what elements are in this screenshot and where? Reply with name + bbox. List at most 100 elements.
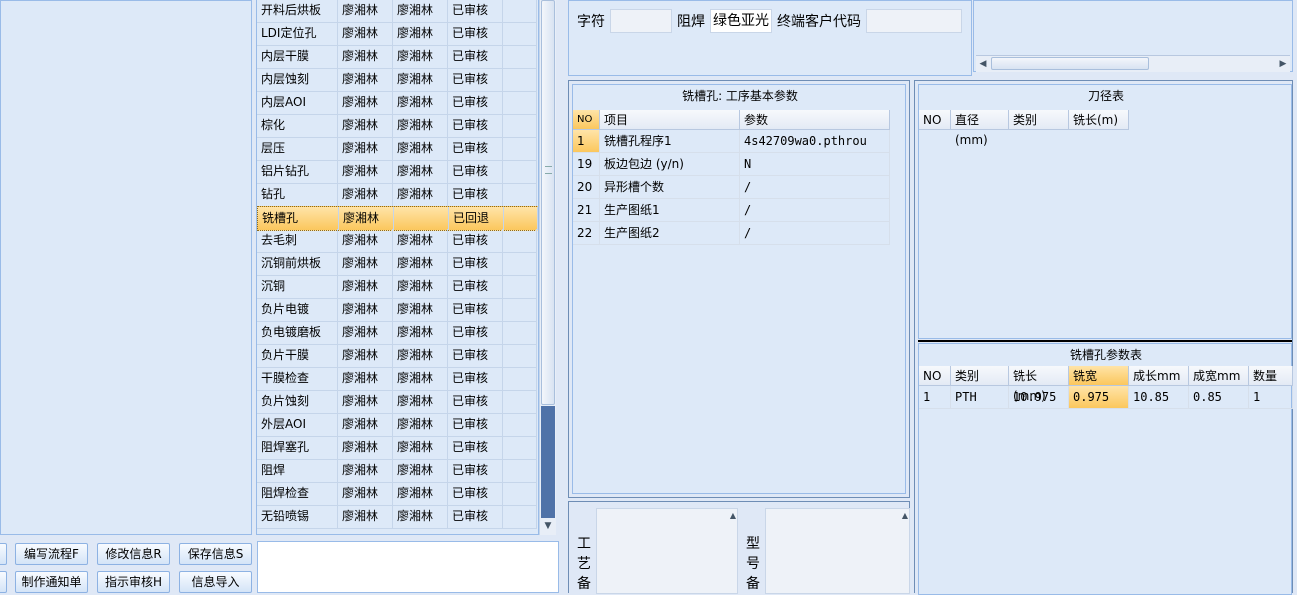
slot-column-header[interactable]: 成宽mm [1189, 366, 1249, 386]
row-cell-empty [503, 114, 537, 137]
row-cell-p2: 廖湘林 [393, 275, 448, 298]
process-list[interactable]: 开料后烘板 廖湘林 廖湘林 已审核 LDI定位孔 廖湘林 廖湘林 已审核 内层干膜 廖湘林 廖湘林已… [256, 0, 539, 535]
column-header[interactable]: 项目 [600, 110, 740, 130]
tool-column-header[interactable]: 直径(mm) [951, 110, 1009, 147]
textarea-scroll-up-icon-2[interactable]: ▲ [902, 511, 908, 520]
param-cell-item[interactable]: 生产图纸1 [600, 199, 740, 222]
row-cell-status: 已审核 [448, 436, 503, 459]
table-row[interactable]: 沉铜前烘板 廖湘林 廖湘林 已审核 [257, 252, 537, 276]
param-cell-no[interactable]: 20 [573, 176, 600, 199]
param-cell-param[interactable]: / [740, 199, 890, 222]
row-cell-p1: 廖湘林 [339, 207, 394, 230]
table-row[interactable]: 层压 廖湘林 廖湘林 已审核 [257, 137, 537, 161]
save-info-button[interactable]: 保存信息S [179, 543, 252, 565]
param-cell-no[interactable]: 19 [573, 153, 600, 176]
customer-code-field[interactable] [866, 9, 962, 33]
row-cell-p2: 廖湘林 [393, 344, 448, 367]
model-note-textarea[interactable]: ▲ [765, 508, 910, 594]
param-cell-param[interactable]: N [740, 153, 890, 176]
table-row[interactable]: 沉铜 廖湘林 廖湘林 已审核 [257, 275, 537, 299]
char-field[interactable] [610, 9, 672, 33]
slot-cell-len[interactable]: 10.975 [1009, 386, 1069, 409]
param-cell-item[interactable]: 异形槽个数 [600, 176, 740, 199]
table-row[interactable]: 干膜检查 廖湘林 廖湘林 已审核 [257, 367, 537, 391]
row-cell-p2: 廖湘林 [393, 459, 448, 482]
param-cell-param[interactable]: 4s42709wa0.pthrou [740, 130, 890, 153]
scrollbar-thumb[interactable] [541, 0, 555, 405]
param-cell-item[interactable]: 铣槽孔程序1 [600, 130, 740, 153]
slot-cell-fin_len[interactable]: 10.85 [1129, 386, 1189, 409]
table-row[interactable]: 铝片钻孔 廖湘林 廖湘林 已审核 [257, 160, 537, 184]
table-row[interactable]: 负电镀磨板 廖湘林 廖湘林 已审核 [257, 321, 537, 345]
table-row[interactable]: 钻孔 廖湘林 廖湘林 已审核 [257, 183, 537, 207]
slot-column-header[interactable]: 铣宽(mm) [1069, 366, 1129, 403]
param-cell-item[interactable]: 生产图纸2 [600, 222, 740, 245]
solder-field[interactable]: 绿色亚光 [710, 9, 772, 33]
slot-cell-no[interactable]: 1 [919, 386, 951, 409]
table-row[interactable]: 内层AOI 廖湘林 廖湘林 已审核 [257, 91, 537, 115]
table-row[interactable]: 负片干膜 廖湘林 廖湘林 已审核 [257, 344, 537, 368]
column-header[interactable]: NO [573, 110, 600, 130]
slot-column-header[interactable]: NO [919, 366, 951, 386]
slot-column-header[interactable]: 数量 [1249, 366, 1293, 386]
h-scrollbar-thumb[interactable] [991, 57, 1149, 70]
table-row[interactable]: 外层AOI 廖湘林 廖湘林 已审核 [257, 413, 537, 437]
table-row[interactable]: LDI定位孔 廖湘林 廖湘林 已审核 [257, 22, 537, 46]
table-row[interactable]: 内层蚀刻 廖湘林 廖湘林 已审核 [257, 68, 537, 92]
row-cell-p2: 廖湘林 [393, 298, 448, 321]
slot-cell-fin_width[interactable]: 0.85 [1189, 386, 1249, 409]
row-cell-status: 已审核 [448, 68, 503, 91]
scroll-left-arrow-icon[interactable]: ◀ [976, 56, 990, 72]
param-cell-param[interactable]: / [740, 176, 890, 199]
row-cell-name: 层压 [257, 137, 338, 160]
table-row[interactable]: 开料后烘板 廖湘林 廖湘林 已审核 [257, 0, 537, 23]
param-cell-no[interactable]: 21 [573, 199, 600, 222]
scroll-down-arrow-icon[interactable]: ▼ [540, 518, 556, 534]
table-row[interactable]: 内层干膜 廖湘林 廖湘林 已审核 [257, 45, 537, 69]
row-cell-status: 已审核 [448, 183, 503, 206]
message-area[interactable] [257, 541, 559, 593]
table-row[interactable]: 负片蚀刻 廖湘林 廖湘林 已审核 [257, 390, 537, 414]
process-note-textarea[interactable]: ▲ [596, 508, 738, 594]
row-cell-p2: 廖湘林 [393, 482, 448, 505]
import-info-button[interactable]: 信息导入 [179, 571, 252, 593]
slot-column-header[interactable]: 成长mm [1129, 366, 1189, 386]
tool-column-header[interactable]: 类别 [1009, 110, 1069, 130]
scroll-right-arrow-icon[interactable]: ▶ [1276, 56, 1290, 72]
partial-button[interactable] [0, 543, 7, 565]
table-row[interactable]: 无铅喷锡 廖湘林 廖湘林 已审核 [257, 505, 537, 529]
slot-column-header[interactable]: 类别 [951, 366, 1009, 386]
process-note-label: 工艺备 [577, 536, 591, 592]
row-cell-p2: 廖湘林 [393, 91, 448, 114]
row-cell-empty [503, 45, 537, 68]
make-notice-button[interactable]: 制作通知单 [15, 571, 88, 593]
tool-column-header[interactable]: NO [919, 110, 951, 130]
table-row[interactable]: 负片电镀 廖湘林 廖湘林 已审核 [257, 298, 537, 322]
row-cell-p2: 廖湘林 [393, 68, 448, 91]
edit-flow-button[interactable]: 编写流程F [15, 543, 88, 565]
tool-column-header[interactable]: 铣长(m) [1069, 110, 1129, 130]
textarea-scroll-up-icon[interactable]: ▲ [730, 511, 736, 520]
partial-button-2[interactable] [0, 571, 7, 593]
slot-column-header[interactable]: 铣长(mm) [1009, 366, 1069, 403]
table-row[interactable]: 棕化 廖湘林 廖湘林 已审核 [257, 114, 537, 138]
param-cell-param[interactable]: / [740, 222, 890, 245]
table-row[interactable]: 铣槽孔 廖湘林 已回退 [257, 206, 538, 231]
slot-cell-width[interactable]: 0.975 [1069, 386, 1129, 409]
param-cell-no[interactable]: 1 [573, 130, 600, 153]
horizontal-scrollbar[interactable]: ◀ ▶ [976, 55, 1290, 72]
table-row[interactable]: 去毛刺 廖湘林 廖湘林 已审核 [257, 229, 537, 253]
slot-cell-type[interactable]: PTH [951, 386, 1009, 409]
process-list-scrollbar[interactable]: ▼ [539, 0, 556, 535]
row-cell-status: 已审核 [448, 0, 503, 22]
row-cell-empty [503, 505, 537, 528]
instruct-review-button[interactable]: 指示审核H [97, 571, 170, 593]
slot-cell-qty[interactable]: 1 [1249, 386, 1293, 409]
modify-info-button[interactable]: 修改信息R [97, 543, 170, 565]
param-cell-no[interactable]: 22 [573, 222, 600, 245]
table-row[interactable]: 阻焊 廖湘林 廖湘林 已审核 [257, 459, 537, 483]
table-row[interactable]: 阻焊检查 廖湘林 廖湘林 已审核 [257, 482, 537, 506]
table-row[interactable]: 阻焊塞孔 廖湘林 廖湘林 已审核 [257, 436, 537, 460]
param-cell-item[interactable]: 板边包边 (y/n) [600, 153, 740, 176]
column-header[interactable]: 参数 [740, 110, 890, 130]
